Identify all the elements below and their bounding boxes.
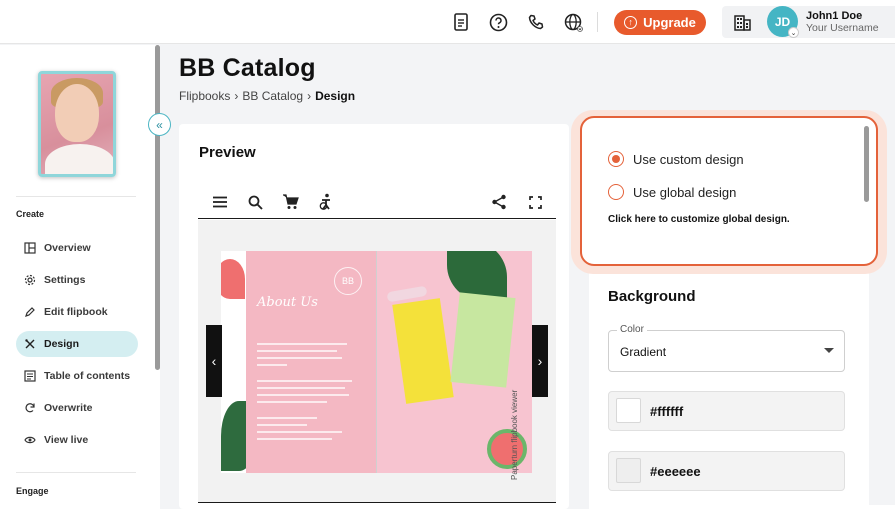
sidebar-item-label: Design — [44, 338, 80, 350]
select-value: Gradient — [620, 345, 667, 359]
eye-icon — [24, 436, 36, 444]
chevron-down-icon[interactable]: ⌄ — [788, 27, 799, 38]
previous-page-button[interactable]: ‹ — [206, 325, 222, 397]
color-value[interactable]: #ffffff — [650, 404, 683, 419]
sidebar-item-label: Edit flipbook — [44, 306, 108, 318]
page-heading: About Us — [257, 295, 318, 310]
breadcrumb-flipbooks[interactable]: Flipbooks — [179, 89, 230, 103]
sidebar-item-edit-flipbook[interactable]: Edit flipbook — [16, 299, 138, 325]
section-engage: Engage — [16, 486, 49, 496]
radio-unselected[interactable] — [608, 184, 624, 200]
section-create: Create — [16, 209, 45, 219]
sidebar-item-label: Overwrite — [44, 402, 93, 414]
sidebar-item-table-of-contents[interactable]: Table of contents — [16, 363, 138, 389]
sidebar-item-view-live[interactable]: View live — [16, 427, 138, 453]
phone-icon[interactable] — [526, 12, 546, 32]
toolbar-divider — [597, 12, 598, 32]
color-swatch[interactable] — [616, 458, 641, 483]
breadcrumb-bb-catalog[interactable]: BB Catalog — [242, 89, 303, 103]
collapse-sidebar-button[interactable]: « — [148, 113, 171, 136]
sidebar-item-label: Table of contents — [44, 370, 131, 382]
sidebar-item-label: Overview — [44, 242, 91, 254]
select-label: Color — [617, 324, 647, 335]
color-field-2[interactable] — [608, 451, 845, 491]
preview-title: Preview — [199, 144, 256, 161]
refresh-icon — [25, 403, 35, 413]
option-global-design[interactable]: Use global design — [608, 184, 736, 200]
sidebar-item-overwrite[interactable]: Overwrite — [16, 395, 138, 421]
caret-down-icon[interactable] — [824, 348, 834, 353]
chevron-right-icon: › — [537, 353, 543, 369]
double-chevron-left-icon: « — [156, 117, 163, 132]
option-label: Use global design — [633, 184, 737, 200]
sidebar-item-overview[interactable]: Overview — [16, 235, 138, 261]
layout-icon — [24, 242, 36, 254]
page-title: BB Catalog — [179, 54, 316, 82]
list-icon — [24, 370, 36, 382]
option-custom-design[interactable]: Use custom design — [608, 151, 744, 167]
sidebar-scrollbar[interactable] — [155, 45, 160, 370]
brand-logo: BB — [334, 267, 362, 295]
sidebar-item-settings[interactable]: Settings — [16, 267, 138, 293]
color-swatch[interactable] — [616, 398, 641, 423]
panel-scrollbar[interactable] — [864, 126, 869, 202]
flipbook-spread[interactable]: BB About Us — [221, 251, 532, 473]
flipbook-page-right — [377, 251, 532, 473]
color-field-1[interactable] — [608, 391, 845, 431]
cart-icon[interactable] — [281, 193, 299, 211]
menu-icon[interactable] — [211, 193, 229, 211]
sidebar-item-design[interactable]: Design — [16, 331, 138, 357]
bottom-strip — [812, 505, 895, 509]
pencil-icon — [25, 307, 35, 317]
upgrade-label: Upgrade — [643, 15, 696, 30]
next-page-button[interactable]: › — [532, 325, 548, 397]
flipbook-thumbnail[interactable] — [38, 71, 116, 177]
option-label: Use custom design — [633, 151, 744, 167]
flipbook-page-left: BB About Us — [221, 251, 376, 473]
sidebar-item-label: View live — [44, 434, 89, 446]
search-icon[interactable] — [246, 193, 264, 211]
radio-selected[interactable] — [608, 151, 624, 167]
fullscreen-icon[interactable] — [526, 193, 544, 211]
sidebar-divider — [16, 472, 136, 473]
chevron-right-icon: › — [307, 89, 312, 103]
chevron-left-icon: ‹ — [211, 353, 217, 369]
globe-icon[interactable] — [563, 12, 583, 32]
design-tools-icon — [25, 339, 35, 349]
sidebar-divider — [16, 196, 136, 197]
company-icon[interactable] — [732, 12, 752, 32]
breadcrumb-current: Design — [315, 89, 356, 103]
upgrade-button[interactable]: ↑ Upgrade — [614, 10, 706, 35]
breadcrumb: Flipbooks › BB Catalog › Design — [179, 89, 355, 103]
gear-icon — [24, 274, 36, 286]
user-username: Your Username — [806, 22, 879, 34]
user-name: John1 Doe — [806, 10, 863, 22]
sidebar-item-label: Settings — [44, 274, 86, 286]
viewer-watermark[interactable]: Paperturn flipbook viewer — [510, 390, 519, 480]
color-value[interactable]: #eeeeee — [650, 464, 701, 479]
share-icon[interactable] — [490, 193, 508, 211]
avatar-initials: JD — [774, 14, 791, 29]
chevron-right-icon: › — [234, 89, 239, 103]
customize-global-link[interactable]: Click here to customize global design. — [608, 214, 790, 225]
background-title: Background — [608, 288, 696, 305]
help-icon[interactable] — [488, 12, 508, 32]
accessibility-icon[interactable] — [317, 193, 335, 211]
document-icon[interactable] — [451, 12, 471, 32]
arrow-up-icon: ↑ — [624, 16, 638, 29]
